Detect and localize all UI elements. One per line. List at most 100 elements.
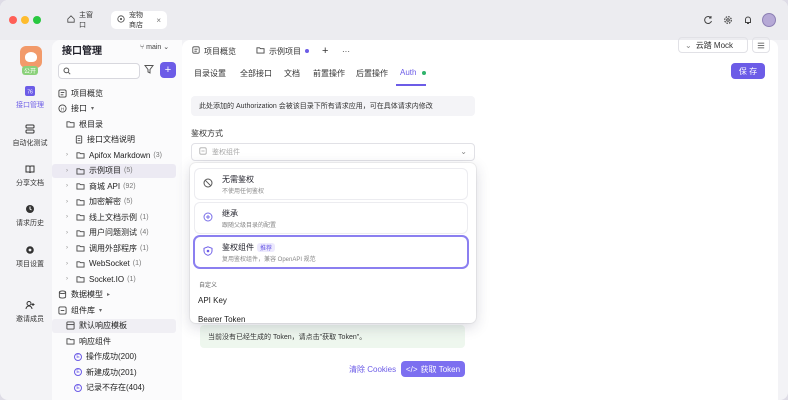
subtab-dir-settings[interactable]: 目录设置 — [194, 68, 226, 79]
chevron-right-icon[interactable]: › — [66, 183, 74, 189]
tree-row[interactable]: 组件库 ▾ — [52, 303, 176, 317]
pet-shop-icon — [117, 15, 125, 25]
option-desc: 复用鉴权组件，兼容 OpenAPI 规范 — [222, 257, 316, 263]
option-bearer-token[interactable]: Bearer Token — [198, 315, 245, 323]
tree-row[interactable]: 项目概览 — [52, 86, 176, 100]
auth-method-select[interactable]: 鉴权组件 ⌄ — [191, 143, 475, 161]
subtab-docs[interactable]: 文档 — [284, 68, 300, 79]
more-tabs-icon[interactable]: ··· — [342, 42, 350, 60]
option-auth-component[interactable]: 鉴权组件 推荐 复用鉴权组件，兼容 OpenAPI 规范 — [195, 237, 467, 267]
tree-row-label: 响应组件 — [79, 336, 111, 346]
chevron-down-icon: ⌄ — [163, 44, 170, 51]
chevron-right-icon[interactable]: › — [66, 276, 74, 282]
tree-row[interactable]: › 调用外部程序 (1) — [52, 241, 176, 255]
option-no-auth[interactable]: 无需鉴权 不使用任何鉴权 — [195, 169, 467, 199]
custom-section-label: 自定义 — [199, 283, 218, 289]
tree-row[interactable]: E 新建成功(201) — [52, 365, 176, 379]
zoom-window-button[interactable] — [33, 16, 41, 24]
chevron-down-icon: ⌄ — [685, 40, 692, 50]
tree-row-label: 调用外部程序 — [89, 243, 137, 253]
tree-row[interactable]: › 线上文档示例 (1) — [52, 210, 176, 224]
refresh-icon[interactable] — [702, 14, 714, 26]
avatar[interactable] — [762, 13, 776, 27]
chevron-right-icon[interactable]: › — [66, 168, 74, 174]
folder-icon — [76, 151, 85, 160]
chevron-right-icon[interactable]: › — [66, 245, 74, 251]
rail-item-auto-test[interactable]: 自动化测试 — [0, 123, 60, 148]
branch-selector[interactable]: ⑂ main ⌄ — [140, 43, 169, 51]
close-window-button[interactable] — [9, 16, 17, 24]
rail-item-settings[interactable]: 项目设置 — [0, 244, 60, 269]
active-tab-indicator — [396, 84, 426, 86]
tree-row[interactable]: 数据模型 ▸ — [52, 288, 176, 302]
subtab-post-ops[interactable]: 后置操作 — [356, 68, 388, 79]
expand-toggle-icon[interactable]: ▾ — [91, 105, 94, 112]
tree-row[interactable]: 默认响应模板 — [52, 318, 176, 333]
test-icon — [24, 123, 36, 135]
tab-example-project[interactable]: 示例项目 — [256, 42, 309, 60]
folder-icon — [66, 120, 75, 129]
tree-row[interactable]: 根目录 — [52, 117, 176, 131]
tree-row-label: WebSocket — [89, 259, 130, 268]
subtab-all-apis[interactable]: 全部接口 — [240, 68, 272, 79]
filter-icon[interactable] — [144, 64, 156, 78]
tree-row[interactable]: E 操作成功(200) — [52, 350, 176, 364]
close-tab-icon[interactable]: × — [156, 16, 161, 25]
tree-row[interactable]: › Socket.IO (1) — [52, 272, 176, 286]
tree-row[interactable]: › WebSocket (1) — [52, 257, 176, 271]
window-tab-main[interactable]: 主窗口 — [61, 11, 105, 29]
folder-icon — [76, 166, 85, 175]
menu-icon[interactable] — [752, 37, 770, 53]
environment-selector[interactable]: ⌄ 云踏 Mock — [678, 37, 748, 53]
tree-row-count: (1) — [127, 275, 136, 283]
rail-item-label: 自动化测试 — [12, 140, 48, 147]
clear-cookies-link[interactable]: 清除 Cookies — [349, 364, 396, 375]
tree-row[interactable]: › Apifox Markdown (3) — [52, 148, 176, 162]
tree-row[interactable]: 接口文档说明 — [52, 133, 176, 147]
expand-toggle-icon[interactable]: ▾ — [99, 307, 102, 314]
chevron-right-icon[interactable]: › — [66, 152, 74, 158]
invite-icon — [24, 299, 36, 311]
chevron-right-icon[interactable]: › — [66, 261, 74, 267]
tree-row-label: 示例项目 — [89, 166, 121, 175]
chevron-right-icon[interactable]: › — [66, 230, 74, 236]
recommended-badge: 推荐 — [257, 243, 276, 252]
tree-row[interactable]: › 商城 API (92) — [52, 179, 176, 193]
tree-row[interactable]: › 示例项目 (5) — [52, 163, 176, 178]
get-token-button[interactable]: </> 获取 Token — [401, 361, 465, 377]
rail-item-history[interactable]: 请求历史 — [0, 203, 60, 228]
window-tab-pet-shop[interactable]: 宠物商店 × — [111, 11, 167, 29]
chevron-right-icon[interactable]: › — [66, 199, 74, 205]
subtab-auth[interactable]: Auth — [400, 68, 426, 77]
rail-item-api[interactable]: 76 接口管理 — [0, 85, 60, 110]
tree-row[interactable]: › 用户问题测试 (4) — [52, 226, 176, 240]
tree-row[interactable]: 响应组件 — [52, 334, 176, 348]
tree-row[interactable]: › 加密解密 (5) — [52, 195, 176, 209]
add-button[interactable]: + — [160, 62, 176, 78]
minimize-window-button[interactable] — [21, 16, 29, 24]
rail-item-share-docs[interactable]: 分享文档 — [0, 163, 60, 188]
tree-row[interactable]: E 记录不存在(404) — [52, 381, 176, 395]
search-input[interactable] — [58, 63, 140, 79]
chevron-right-icon[interactable]: › — [66, 214, 74, 220]
token-notice: 当前没有已经生成的 Token，请点击"获取 Token"。 — [200, 325, 465, 348]
branch-name: main — [146, 44, 162, 51]
rail-item-invite[interactable]: 邀请成员 — [0, 299, 60, 324]
tree-row-label: 根目录 — [79, 119, 103, 129]
tree-row-count: (5) — [124, 198, 133, 205]
new-tab-button[interactable]: + — [322, 42, 328, 60]
expand-toggle-icon[interactable]: ▸ — [107, 291, 110, 298]
chevron-down-icon: ⌄ — [460, 147, 467, 156]
option-api-key[interactable]: API Key — [198, 296, 227, 305]
save-button[interactable]: 保 存 — [731, 63, 765, 79]
tree-row-count: (4) — [140, 229, 149, 236]
option-inherit[interactable]: 继承 跟随父级目录的配置 — [195, 203, 467, 233]
svg-text:76: 76 — [27, 90, 33, 96]
gear-icon[interactable] — [722, 14, 734, 26]
tree-row[interactable]: H 接口 ▾ — [52, 102, 176, 116]
option-title-text: 鉴权组件 — [222, 243, 254, 252]
project-logo-icon[interactable] — [20, 46, 42, 68]
tab-overview[interactable]: 项目概览 — [192, 42, 236, 60]
bell-icon[interactable] — [742, 14, 754, 26]
subtab-pre-ops[interactable]: 前置操作 — [313, 68, 345, 79]
